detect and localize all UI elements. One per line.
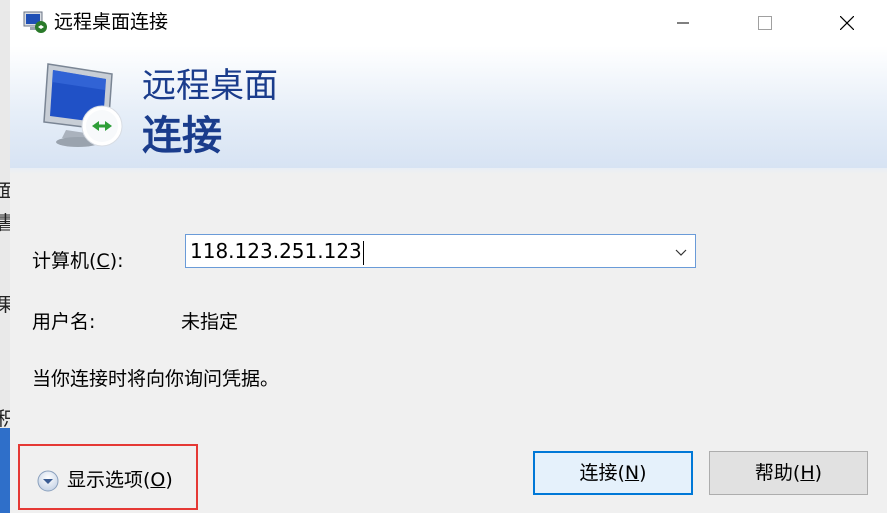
chevron-down-icon[interactable] [673, 244, 689, 260]
banner-title-line2: 连接 [142, 113, 222, 159]
banner-divider [10, 168, 887, 174]
help-button-label: 帮助( [754, 462, 801, 484]
help-button-suffix: ) [814, 462, 823, 484]
computer-label-suffix: ): [109, 250, 124, 272]
credentials-prompt-text: 当你连接时将向你询问凭据。 [32, 368, 280, 390]
banner-title-line1: 远程桌面 [142, 66, 278, 106]
computer-label-accesskey: C [96, 250, 110, 272]
text-caret [362, 240, 364, 265]
close-button[interactable] [824, 0, 870, 46]
remote-desktop-monitor-icon [43, 63, 123, 147]
show-options-label: 显示选项( [67, 469, 151, 491]
help-button-accesskey: H [800, 462, 815, 484]
connect-button-label: 连接( [579, 462, 625, 484]
show-options-highlight: 显示选项(O) [18, 444, 198, 510]
show-options-button[interactable]: 显示选项(O) [67, 467, 173, 493]
show-options-accesskey: O [150, 469, 166, 491]
computer-input[interactable]: 118.123.251.123 [190, 238, 364, 265]
help-button[interactable]: 帮助(H) [709, 451, 868, 495]
expand-options-icon[interactable] [37, 470, 59, 492]
background-text-fragment: 書 [0, 212, 10, 234]
connect-button-accesskey: N [624, 462, 640, 484]
computer-label-text: 计算机( [32, 250, 97, 272]
background-text-fragment: 果 [0, 294, 10, 316]
maximize-icon [758, 16, 772, 30]
connect-button-suffix: ) [639, 462, 647, 484]
rdp-dialog: 远程桌面连接 远程桌面 连接 计算机(C): 118.123.251.123 用… [10, 0, 887, 513]
minimize-button[interactable] [660, 0, 706, 46]
connect-button[interactable]: 连接(N) [533, 451, 693, 495]
computer-label: 计算机(C): [32, 248, 124, 274]
minimize-icon [677, 22, 689, 24]
computer-combobox[interactable]: 118.123.251.123 [185, 234, 696, 268]
computer-input-value: 118.123.251.123 [190, 239, 362, 263]
header-banner: 远程桌面 连接 [10, 46, 887, 169]
title-bar[interactable]: 远程桌面连接 [10, 0, 887, 46]
remote-desktop-app-icon [23, 11, 47, 33]
username-value: 未指定 [181, 311, 239, 333]
background-app-edge: 面 書 果 积 [0, 0, 10, 513]
username-label: 用户名: [32, 311, 96, 333]
background-text-fragment: 面 [0, 180, 10, 202]
maximize-button[interactable] [742, 0, 788, 46]
background-blue-block [0, 428, 10, 513]
show-options-suffix: ) [165, 469, 173, 491]
background-text-fragment: 积 [0, 408, 10, 430]
close-icon [840, 16, 854, 30]
window-title: 远程桌面连接 [54, 11, 169, 33]
